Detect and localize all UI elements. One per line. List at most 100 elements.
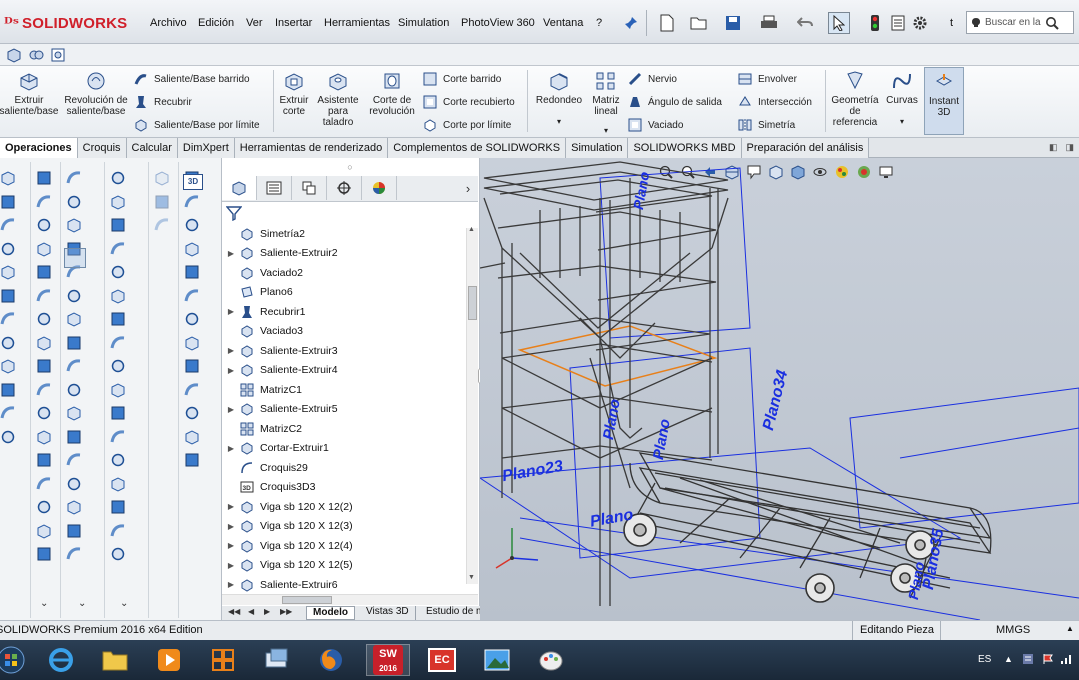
- menu-ventana[interactable]: Ventana: [543, 17, 583, 29]
- tool-icon[interactable]: [66, 358, 82, 374]
- nav-prev-icon[interactable]: ◀: [248, 607, 254, 616]
- firefox-icon[interactable]: [314, 644, 348, 676]
- start-button[interactable]: [0, 644, 28, 676]
- office-app-icon[interactable]: [206, 644, 240, 676]
- tab-simulation[interactable]: Simulation: [566, 138, 629, 158]
- tab-render-tools[interactable]: Herramientas de renderizado: [234, 138, 389, 158]
- tool-icon[interactable]: [36, 523, 52, 539]
- nav-next-icon[interactable]: ▶: [264, 607, 270, 616]
- boundary-boss-button[interactable]: Saliente/Base por límite: [134, 118, 260, 132]
- tool-icon[interactable]: [184, 382, 200, 398]
- tool-icon[interactable]: [0, 241, 16, 257]
- tool-icon[interactable]: [66, 382, 82, 398]
- tool-icon[interactable]: [0, 170, 16, 186]
- expand-arrow-icon[interactable]: ▶: [222, 580, 240, 589]
- tool-icon[interactable]: [184, 194, 200, 210]
- file-properties-icon[interactable]: [887, 12, 909, 34]
- expand-arrow-icon[interactable]: ▶: [222, 307, 240, 316]
- chevron-down-icon[interactable]: ▾: [604, 125, 608, 136]
- fillet-button[interactable]: Redondeo ▾: [532, 70, 586, 127]
- tool-icon[interactable]: [0, 429, 16, 445]
- collapse-right-icon[interactable]: ◨: [1066, 142, 1075, 153]
- property-manager-tab[interactable]: [257, 176, 292, 200]
- menu-photoview[interactable]: PhotoView 360: [461, 17, 535, 29]
- tool-icon[interactable]: [110, 170, 126, 186]
- tool-icon[interactable]: [184, 264, 200, 280]
- tool-icon[interactable]: [66, 523, 82, 539]
- feature-manager-tab[interactable]: [222, 176, 257, 200]
- tab-dimxpert[interactable]: DimXpert: [177, 138, 235, 158]
- tool-icon[interactable]: [110, 546, 126, 562]
- tool-icon[interactable]: [66, 217, 82, 233]
- tool-icon[interactable]: [66, 288, 82, 304]
- tool-icon[interactable]: [36, 476, 52, 492]
- tool-icon[interactable]: [66, 311, 82, 327]
- chevron-right-icon[interactable]: ›: [458, 176, 478, 201]
- tool-icon[interactable]: [110, 358, 126, 374]
- scroll-up-icon[interactable]: ▲: [468, 226, 475, 233]
- tree-item[interactable]: ▶ Saliente-Extruir5: [222, 400, 462, 420]
- scroll-down-icon[interactable]: ▼: [468, 574, 475, 581]
- tab-addins[interactable]: Complementos de SOLIDWORKS: [388, 138, 567, 158]
- tab-mbd[interactable]: SOLIDWORKS MBD: [628, 138, 742, 158]
- tool-icon[interactable]: [184, 429, 200, 445]
- reference-geometry-button[interactable]: Geometría de referencia: [828, 70, 882, 128]
- pin-icon[interactable]: [620, 12, 642, 34]
- tool-icon[interactable]: [184, 311, 200, 327]
- tray-chevron-icon[interactable]: ▲: [1004, 654, 1013, 664]
- tool-icon[interactable]: [184, 241, 200, 257]
- tool-icon[interactable]: [0, 194, 16, 210]
- tool-icon[interactable]: [66, 405, 82, 421]
- tool-icon[interactable]: [154, 194, 170, 210]
- tree-item[interactable]: ▶ Saliente-Extruir6: [222, 575, 462, 595]
- undo-icon[interactable]: [794, 12, 816, 34]
- flag-icon[interactable]: [1042, 653, 1054, 665]
- tool-icon[interactable]: [36, 335, 52, 351]
- tool-icon[interactable]: [184, 288, 200, 304]
- tool-icon[interactable]: [110, 194, 126, 210]
- tool-icon[interactable]: [110, 523, 126, 539]
- tool-icon[interactable]: [110, 264, 126, 280]
- tree-item[interactable]: Vaciado3: [222, 322, 462, 342]
- expand-arrow-icon[interactable]: ▶: [222, 541, 240, 550]
- tool-icon[interactable]: [36, 429, 52, 445]
- chevron-down-icon[interactable]: ⌄: [78, 598, 86, 609]
- linear-pattern-button[interactable]: Matriz lineal ▾: [590, 70, 622, 136]
- tool-icon[interactable]: [110, 241, 126, 257]
- chevron-down-icon[interactable]: ⌄: [40, 598, 48, 609]
- swept-cut-button[interactable]: Corte barrido: [423, 72, 501, 86]
- tree-item[interactable]: Simetría2: [222, 224, 462, 244]
- expand-arrow-icon[interactable]: ▶: [222, 561, 240, 570]
- active-tool-highlight[interactable]: [64, 248, 86, 268]
- traffic-light-icon[interactable]: [864, 12, 886, 34]
- tool-icon[interactable]: [184, 452, 200, 468]
- tree-item[interactable]: ▶ Saliente-Extruir3: [222, 341, 462, 361]
- network-app-icon[interactable]: [260, 644, 294, 676]
- tool-icon[interactable]: [110, 311, 126, 327]
- solidworks-logo[interactable]: ᴰˢ SOLIDWORKS: [4, 10, 129, 36]
- tool-icon[interactable]: [110, 499, 126, 515]
- tool-icon[interactable]: [66, 499, 82, 515]
- ec-app-icon[interactable]: EC: [420, 644, 464, 676]
- nav-first-icon[interactable]: ◀◀: [228, 607, 240, 616]
- sketch-3d-icon[interactable]: 3D: [183, 174, 203, 190]
- tool-icon[interactable]: [154, 217, 170, 233]
- photo-viewer-icon[interactable]: [480, 644, 514, 676]
- network-icon[interactable]: [1060, 653, 1074, 665]
- tool-icon[interactable]: [66, 452, 82, 468]
- tree-scrollbar[interactable]: ▲ ▼: [466, 226, 478, 584]
- tree-item[interactable]: ▶ Viga sb 120 X 12(2): [222, 497, 462, 517]
- media-player-icon[interactable]: [152, 644, 186, 676]
- tree-item[interactable]: ▶ Saliente-Extruir2: [222, 244, 462, 264]
- tree-item[interactable]: ▶ Saliente-Extruir4: [222, 361, 462, 381]
- tree-item[interactable]: MatrizC1: [222, 380, 462, 400]
- lofted-cut-button[interactable]: Corte recubierto: [423, 95, 515, 109]
- curves-button[interactable]: Curvas ▾: [884, 70, 920, 127]
- configuration-manager-tab[interactable]: [292, 176, 327, 200]
- expand-arrow-icon[interactable]: ▶: [222, 502, 240, 511]
- instant-3d-button[interactable]: Instant 3D: [924, 67, 964, 135]
- chevron-down-icon[interactable]: ⌄: [120, 598, 128, 609]
- internet-explorer-icon[interactable]: [44, 644, 78, 676]
- tool-icon[interactable]: [0, 335, 16, 351]
- menu-insertar[interactable]: Insertar: [275, 17, 312, 29]
